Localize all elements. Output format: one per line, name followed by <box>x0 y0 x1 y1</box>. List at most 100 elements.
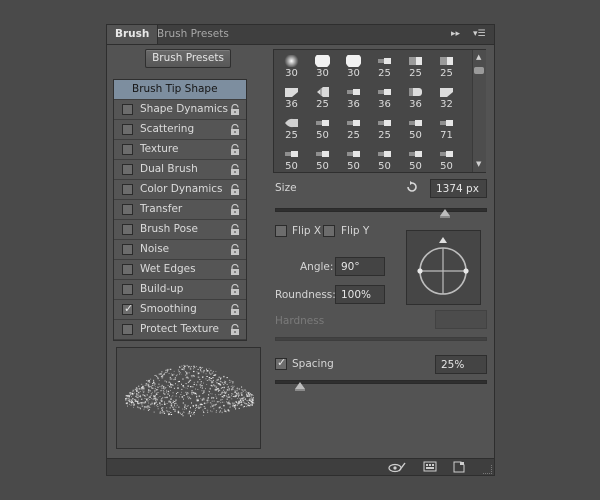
option-checkbox[interactable] <box>122 144 133 155</box>
angle-field[interactable]: 90° <box>335 257 385 276</box>
spacing-checkbox[interactable]: ✓ <box>275 356 287 370</box>
brush-tip-cell[interactable]: 25 <box>307 82 338 113</box>
brush-tip-cell[interactable]: 36 <box>400 82 431 113</box>
brush-tip-cell[interactable]: 71 <box>431 113 462 144</box>
option-label: Brush Tip Shape <box>132 83 218 95</box>
option-row-smoothing[interactable]: ✓ Smoothing <box>114 300 246 320</box>
keyboard-grid-icon[interactable] <box>423 461 437 473</box>
bristle-flat-tip-icon <box>347 120 360 126</box>
eye-brush-icon[interactable] <box>388 461 406 473</box>
soft-round-tip-icon <box>284 55 299 67</box>
hardness-label: Hardness <box>275 315 325 327</box>
option-row-color-dynamics[interactable]: Color Dynamics <box>114 180 246 200</box>
brush-tip-cell[interactable]: 50 <box>431 144 462 172</box>
option-checkbox[interactable] <box>122 164 133 175</box>
option-row-wet-edges[interactable]: Wet Edges <box>114 260 246 280</box>
option-row-noise[interactable]: Noise <box>114 240 246 260</box>
brush-tip-cell[interactable]: 30 <box>338 51 369 82</box>
lock-icon[interactable] <box>229 164 241 176</box>
option-checkbox[interactable] <box>122 244 133 255</box>
brush-presets-button[interactable]: Brush Presets <box>145 49 231 68</box>
lock-icon[interactable] <box>229 264 241 276</box>
option-checkbox[interactable] <box>122 284 133 295</box>
brush-tip-cell[interactable]: 36 <box>276 82 307 113</box>
bristle-flat-tip-icon <box>378 89 391 95</box>
brush-stroke-preview <box>116 347 261 449</box>
brush-tip-cell[interactable]: 50 <box>369 144 400 172</box>
tab-brush-presets[interactable]: Brush Presets <box>149 25 237 44</box>
option-row-texture[interactable]: Texture <box>114 140 246 160</box>
scroll-up-icon[interactable]: ▲ <box>476 53 481 61</box>
spacing-slider-thumb[interactable] <box>295 382 306 391</box>
option-row-transfer[interactable]: Transfer <box>114 200 246 220</box>
option-checkbox[interactable] <box>122 124 133 135</box>
brush-tip-cell[interactable]: 30 <box>276 51 307 82</box>
option-row-brush-tip-shape[interactable]: Brush Tip Shape <box>114 80 246 100</box>
lock-icon[interactable] <box>229 224 241 236</box>
lock-icon[interactable] <box>229 144 241 156</box>
option-row-dual-brush[interactable]: Dual Brush <box>114 160 246 180</box>
option-checkbox[interactable]: ✓ <box>122 302 133 315</box>
option-row-protect-texture[interactable]: Protect Texture <box>114 320 246 340</box>
hard-round-tip-icon <box>315 55 330 67</box>
lock-icon[interactable] <box>229 284 241 296</box>
brush-tip-cell[interactable]: 25 <box>400 51 431 82</box>
angle-roundness-widget[interactable] <box>406 230 481 305</box>
brush-grid-scrollbar[interactable]: ▲ ▼ <box>472 50 486 172</box>
brush-tip-cell[interactable]: 25 <box>338 113 369 144</box>
brush-tip-size: 25 <box>316 99 329 110</box>
spacing-field[interactable]: 25% <box>435 355 487 374</box>
lock-icon[interactable] <box>229 104 241 116</box>
option-checkbox[interactable] <box>122 204 133 215</box>
option-label: Wet Edges <box>140 263 196 275</box>
option-checkbox[interactable] <box>122 224 133 235</box>
option-row-brush-pose[interactable]: Brush Pose <box>114 220 246 240</box>
brush-tip-cell[interactable]: 36 <box>369 82 400 113</box>
lock-icon[interactable] <box>229 124 241 136</box>
brush-tip-size: 25 <box>347 130 360 141</box>
option-checkbox[interactable] <box>122 264 133 275</box>
roundness-field[interactable]: 100% <box>335 285 385 304</box>
brush-tip-cell[interactable]: 25 <box>276 113 307 144</box>
brush-tip-cell[interactable]: 50 <box>276 144 307 172</box>
collapse-panel-icon[interactable]: ▸▸ <box>451 25 460 44</box>
flip-y-checkbox[interactable] <box>323 225 335 237</box>
scroll-thumb[interactable] <box>474 67 484 74</box>
option-row-shape-dynamics[interactable]: Shape Dynamics <box>114 100 246 120</box>
scroll-down-icon[interactable]: ▼ <box>476 160 481 168</box>
reset-arrow-icon[interactable] <box>405 180 419 194</box>
brush-tip-cell[interactable]: 50 <box>400 144 431 172</box>
option-checkbox[interactable] <box>122 184 133 195</box>
option-row-build-up[interactable]: Build-up <box>114 280 246 300</box>
brush-tip-cell[interactable]: 25 <box>369 113 400 144</box>
resize-grip[interactable] <box>483 465 492 474</box>
brush-tip-cell[interactable]: 25 <box>431 51 462 82</box>
size-field[interactable]: 1374 px <box>430 179 487 198</box>
brush-tip-cell[interactable]: 25 <box>369 51 400 82</box>
bristle-flat-tip-icon <box>378 58 391 64</box>
size-slider-track[interactable] <box>275 208 487 212</box>
flip-x-checkbox[interactable] <box>275 225 287 237</box>
brush-tip-grid[interactable]: 30 30 30 25 25 25 36 25 36 36 36 32 25 50 25 25 50 71 50 50… <box>273 49 486 173</box>
option-row-scattering[interactable]: Scattering <box>114 120 246 140</box>
spacing-slider-track[interactable] <box>275 380 487 384</box>
lock-icon[interactable] <box>229 184 241 196</box>
brush-tip-cell[interactable]: 36 <box>338 82 369 113</box>
option-checkbox[interactable] <box>122 324 133 335</box>
lock-icon[interactable] <box>229 304 241 316</box>
brush-tip-cell[interactable]: 50 <box>338 144 369 172</box>
panel-menu-icon[interactable]: ▾☰ <box>473 25 486 44</box>
lock-icon[interactable] <box>229 244 241 256</box>
lock-icon[interactable] <box>229 204 241 216</box>
brush-tip-cell[interactable]: 30 <box>307 51 338 82</box>
brush-tip-cell[interactable]: 50 <box>307 144 338 172</box>
lock-icon[interactable] <box>229 324 241 336</box>
option-checkbox[interactable] <box>122 104 133 115</box>
brush-tip-cell[interactable]: 50 <box>400 113 431 144</box>
size-slider-thumb[interactable] <box>439 209 450 218</box>
brush-tip-size: 36 <box>409 99 422 110</box>
new-page-icon[interactable] <box>453 461 465 473</box>
bristle-flat-tip-icon <box>440 120 453 126</box>
brush-tip-cell[interactable]: 32 <box>431 82 462 113</box>
brush-tip-cell[interactable]: 50 <box>307 113 338 144</box>
